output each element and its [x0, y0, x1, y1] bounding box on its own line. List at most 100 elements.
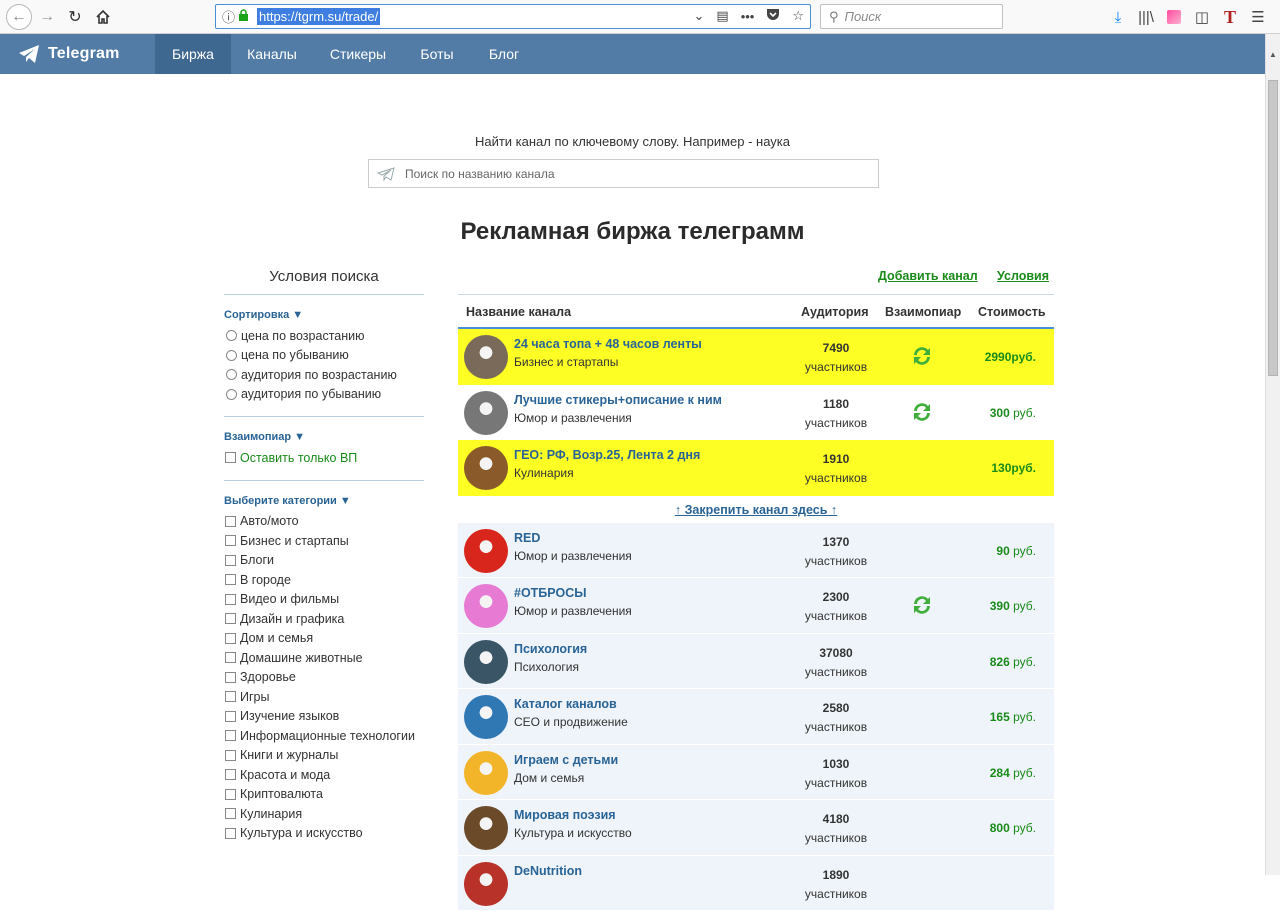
- sort-option[interactable]: цена по возрастанию: [224, 326, 424, 346]
- nav-item-blog[interactable]: Блог: [471, 34, 537, 74]
- radio-button[interactable]: [226, 330, 237, 341]
- category-option[interactable]: Криптовалюта: [224, 785, 424, 805]
- url-text[interactable]: https://tgrm.su/trade/: [257, 8, 380, 25]
- table-row[interactable]: 24 часа топа + 48 часов лентыБизнес и ст…: [458, 329, 1054, 385]
- checkbox[interactable]: [225, 730, 236, 741]
- chevron-down-icon[interactable]: ⌄: [693, 8, 704, 24]
- channel-name-link[interactable]: Играем с детьми: [514, 753, 618, 767]
- category-option[interactable]: Дом и семья: [224, 629, 424, 649]
- channel-avatar[interactable]: [464, 446, 508, 490]
- channel-name-link[interactable]: ГЕО: РФ, Возр.25, Лента 2 дня: [514, 448, 700, 462]
- checkbox[interactable]: [225, 828, 236, 839]
- channel-name-link[interactable]: DeNutrition: [514, 864, 582, 878]
- download-icon[interactable]: ⤓: [1104, 6, 1132, 28]
- checkbox[interactable]: [225, 452, 236, 463]
- channel-name-link[interactable]: Мировая поэзия: [514, 808, 616, 822]
- channel-price[interactable]: 800 руб.: [990, 821, 1036, 835]
- library-icon[interactable]: |||\: [1132, 6, 1160, 28]
- checkbox[interactable]: [225, 750, 236, 761]
- category-option[interactable]: Бизнес и стартапы: [224, 531, 424, 551]
- scroll-thumb[interactable]: [1268, 80, 1278, 376]
- channel-avatar[interactable]: [464, 584, 508, 628]
- pin-channel-link[interactable]: ↑ Закрепить канал здесь ↑: [458, 496, 1054, 523]
- category-option[interactable]: Кулинария: [224, 804, 424, 824]
- reload-button[interactable]: ↻: [62, 4, 88, 30]
- radio-button[interactable]: [226, 389, 237, 400]
- translate-extension-icon[interactable]: T: [1216, 6, 1244, 28]
- table-row[interactable]: DeNutrition1890участников: [458, 856, 1054, 911]
- category-option[interactable]: Красота и мода: [224, 765, 424, 785]
- bookmark-star-icon[interactable]: ☆: [792, 8, 804, 24]
- channel-price[interactable]: 826 руб.: [990, 655, 1036, 669]
- checkbox[interactable]: [225, 808, 236, 819]
- table-row[interactable]: ГЕО: РФ, Возр.25, Лента 2 дняКулинария19…: [458, 440, 1054, 496]
- nav-item-bots[interactable]: Боты: [403, 34, 471, 74]
- column-header-cost[interactable]: Стоимость: [978, 305, 1046, 319]
- radio-button[interactable]: [226, 350, 237, 361]
- checkbox[interactable]: [225, 535, 236, 546]
- channel-name-link[interactable]: RED: [514, 531, 540, 545]
- pocket-icon[interactable]: [766, 8, 780, 24]
- category-section-title[interactable]: Выберите категории ▼: [224, 495, 424, 507]
- category-option[interactable]: Игры: [224, 687, 424, 707]
- vp-only-checkbox[interactable]: Оставить только ВП: [224, 448, 424, 468]
- checkbox[interactable]: [225, 711, 236, 722]
- more-icon[interactable]: •••: [741, 9, 755, 24]
- channel-name-link[interactable]: Психология: [514, 642, 587, 656]
- home-button[interactable]: [90, 4, 116, 30]
- url-bar[interactable]: ⓘ https://tgrm.su/trade/ ⌄ ▤ ••• ☆: [215, 4, 811, 29]
- table-row[interactable]: #ОТБРОСЫЮмор и развлечения2300участников…: [458, 578, 1054, 634]
- info-icon[interactable]: ⓘ: [222, 7, 236, 26]
- nav-item-channels[interactable]: Каналы: [231, 34, 313, 74]
- category-option[interactable]: Культура и искусство: [224, 824, 424, 844]
- channel-avatar[interactable]: [464, 640, 508, 684]
- checkbox[interactable]: [225, 691, 236, 702]
- channel-avatar[interactable]: [464, 806, 508, 850]
- category-option[interactable]: Блоги: [224, 551, 424, 571]
- category-option[interactable]: В городе: [224, 570, 424, 590]
- checkbox[interactable]: [225, 652, 236, 663]
- category-option[interactable]: Домашине животные: [224, 648, 424, 668]
- channel-name-link[interactable]: Каталог каналов: [514, 697, 617, 711]
- table-row[interactable]: Лучшие стикеры+описание к нимЮмор и разв…: [458, 385, 1054, 441]
- conditions-link[interactable]: Условия: [997, 269, 1049, 283]
- scroll-up-icon[interactable]: ▲: [1269, 50, 1277, 59]
- nav-item-stickers[interactable]: Стикеры: [313, 34, 403, 74]
- browser-search-input[interactable]: ⚲ Поиск: [820, 4, 1003, 29]
- category-option[interactable]: Дизайн и графика: [224, 609, 424, 629]
- category-option[interactable]: Авто/мото: [224, 512, 424, 532]
- channel-avatar[interactable]: [464, 862, 508, 906]
- channel-price[interactable]: 390 руб.: [990, 599, 1036, 613]
- channel-avatar[interactable]: [464, 695, 508, 739]
- channel-price[interactable]: 165 руб.: [990, 710, 1036, 724]
- nav-item-birzha[interactable]: Биржа: [155, 34, 231, 74]
- extension-icon[interactable]: [1160, 6, 1188, 28]
- checkbox[interactable]: [225, 789, 236, 800]
- sort-option[interactable]: аудитория по возрастанию: [224, 365, 424, 385]
- sidebar-toggle-icon[interactable]: ◫: [1188, 6, 1216, 28]
- category-option[interactable]: Видео и фильмы: [224, 590, 424, 610]
- category-option[interactable]: Изучение языков: [224, 707, 424, 727]
- category-option[interactable]: Книги и журналы: [224, 746, 424, 766]
- channel-avatar[interactable]: [464, 529, 508, 573]
- page-scrollbar[interactable]: ▲: [1265, 34, 1280, 875]
- category-option[interactable]: Здоровье: [224, 668, 424, 688]
- channel-avatar[interactable]: [464, 335, 508, 379]
- back-button[interactable]: ←: [6, 4, 32, 30]
- channel-avatar[interactable]: [464, 391, 508, 435]
- checkbox[interactable]: [225, 555, 236, 566]
- channel-name-link[interactable]: Лучшие стикеры+описание к ним: [514, 393, 722, 407]
- sort-option[interactable]: аудитория по убыванию: [224, 385, 424, 405]
- table-row[interactable]: REDЮмор и развлечения1370участников90 ру…: [458, 523, 1054, 579]
- table-row[interactable]: Каталог каналовСЕО и продвижение2580учас…: [458, 689, 1054, 745]
- sort-section-title[interactable]: Сортировка ▼: [224, 309, 424, 321]
- category-option[interactable]: Информационные технологии: [224, 726, 424, 746]
- channel-price[interactable]: 284 руб.: [990, 766, 1036, 780]
- brand-logo[interactable]: Telegram: [18, 34, 120, 74]
- sort-option[interactable]: цена по убыванию: [224, 346, 424, 366]
- checkbox[interactable]: [225, 613, 236, 624]
- column-header-vp[interactable]: Взаимопиар: [885, 305, 961, 319]
- checkbox[interactable]: [225, 594, 236, 605]
- channel-price[interactable]: 90 руб.: [996, 544, 1036, 558]
- column-header-audience[interactable]: Аудитория: [801, 305, 869, 319]
